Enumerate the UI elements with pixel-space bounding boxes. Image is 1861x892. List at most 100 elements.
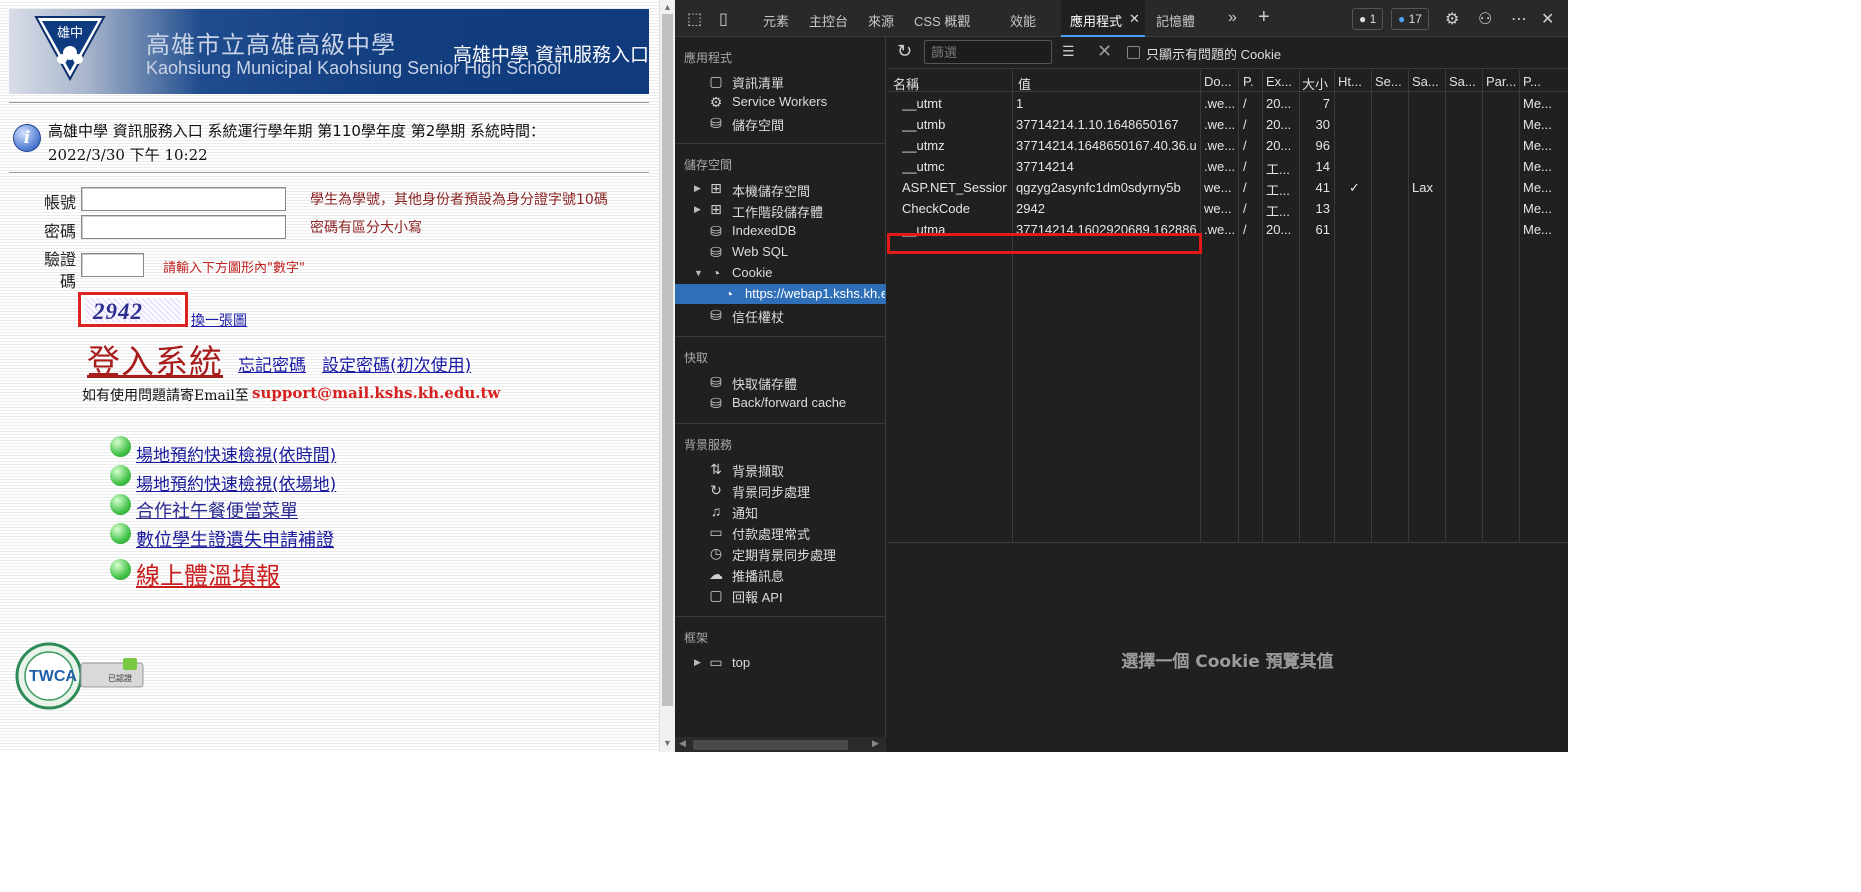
expand-triangle-icon[interactable]: ▶	[694, 183, 701, 194]
only-issues-checkbox[interactable]	[1127, 46, 1140, 59]
page-scrollbar[interactable]: ▲ ▼	[659, 0, 675, 752]
cookie-preview-pane: 選擇一個 Cookie 預覽其值	[887, 544, 1568, 752]
column-header-partition[interactable]: Par...	[1486, 74, 1516, 89]
sidebar-item-storage[interactable]: 儲存空間	[732, 115, 784, 134]
refresh-icon[interactable]: ↻	[897, 41, 912, 62]
scroll-up-icon[interactable]: ▲	[663, 2, 672, 12]
column-header-domain[interactable]: Do...	[1204, 74, 1236, 89]
captcha-input[interactable]	[81, 253, 144, 277]
sidebar-item-notifications[interactable]: 通知	[732, 503, 758, 522]
sidebar-item-reporting-api[interactable]: 回報 API	[732, 587, 783, 606]
scroll-left-icon[interactable]: ◀	[679, 738, 686, 749]
refresh-captcha-link[interactable]: 換一張圖	[191, 310, 247, 330]
sidebar-item-service-workers[interactable]: Service Workers	[732, 94, 827, 109]
support-email[interactable]: support@mail.kshs.kh.edu.tw	[252, 384, 500, 402]
column-header-size[interactable]: 大小	[1302, 74, 1332, 93]
cell-value: qgzyg2asynfc1dm0sdyrny5b	[1016, 180, 1181, 195]
column-header-name[interactable]: 名稱	[893, 74, 1003, 93]
table-grid-icon: ⊞	[710, 201, 722, 217]
quick-link-temperature[interactable]: 線上體溫填報	[136, 556, 280, 591]
column-header-path[interactable]: P.	[1243, 74, 1260, 89]
tab-sources[interactable]: 來源	[868, 11, 894, 30]
cell-party: Me...	[1523, 159, 1552, 174]
sidebar-item-frame-top[interactable]: top	[732, 655, 750, 670]
sidebar-item-periodic-sync[interactable]: 定期背景同步處理	[732, 545, 836, 564]
column-header-expires[interactable]: Ex...	[1266, 74, 1296, 89]
sidebar-item-push-messaging[interactable]: 推播訊息	[732, 566, 784, 585]
column-header-httponly[interactable]: Ht...	[1338, 74, 1368, 89]
cookie-origin-label: https://webap1.kshs.kh.ed	[745, 286, 885, 301]
cell-path: /	[1243, 117, 1247, 132]
close-devtools-icon[interactable]: ✕	[1541, 9, 1554, 29]
quick-link-venue-by-time[interactable]: 場地預約快速檢視(依時間)	[136, 441, 336, 466]
sidebar-item-bg-fetch[interactable]: 背景擷取	[732, 461, 784, 480]
database-icon: ⛁	[710, 374, 722, 390]
sidebar-item-cache-storage[interactable]: 快取儲存體	[732, 374, 797, 393]
tab-performance[interactable]: 效能	[1010, 11, 1036, 30]
table-row[interactable]: __utmc 37714214 .we... / 工... 14 Me...	[887, 156, 1568, 177]
tab-application[interactable]: 應用程式 ✕	[1061, 0, 1145, 37]
login-button[interactable]: 登入系統	[87, 335, 223, 383]
inspect-element-icon[interactable]: ⬚	[687, 9, 702, 29]
clear-all-cookies-icon[interactable]: ☰	[1062, 43, 1075, 60]
message-count-badge[interactable]: ● 17	[1391, 8, 1429, 30]
sidebar-horizontal-scrollbar[interactable]: ◀ ▶	[675, 737, 886, 752]
set-password-link[interactable]: 設定密碼(初次使用)	[322, 351, 471, 376]
scroll-right-icon[interactable]: ▶	[872, 738, 879, 749]
quick-link-lunch-menu[interactable]: 合作社午餐便當菜單	[136, 497, 298, 523]
customize-icon[interactable]: ⚇	[1478, 9, 1492, 29]
collapse-triangle-icon[interactable]: ▼	[694, 268, 703, 278]
cell-value: 37714214	[1016, 159, 1074, 174]
forgot-password-link[interactable]: 忘記密碼	[238, 351, 306, 376]
tab-console[interactable]: 主控台	[809, 11, 848, 30]
cell-path: /	[1243, 222, 1247, 237]
quick-link-student-card[interactable]: 數位學生證遺失申請補證	[136, 526, 334, 552]
column-header-priority[interactable]: P...	[1523, 74, 1553, 89]
settings-gear-icon[interactable]: ⚙	[1445, 9, 1459, 29]
column-header-value[interactable]: 值	[1018, 74, 1193, 93]
scrollbar-thumb[interactable]	[662, 14, 673, 706]
system-status-line: 高雄中學 資訊服務入口 系統運行學年期 第110學年度 第2學期 系統時間：	[48, 122, 546, 140]
only-issues-label: 只顯示有問題的 Cookie	[1146, 47, 1282, 62]
column-header-secure[interactable]: Se...	[1375, 74, 1405, 89]
table-row[interactable]: __utmt 1 .we... / 20... 7 Me...	[887, 93, 1568, 114]
sidebar-item-trust-tokens[interactable]: 信任權杖	[732, 307, 784, 326]
account-input[interactable]	[81, 187, 286, 211]
sidebar-item-manifest[interactable]: 資訊清單	[732, 73, 784, 92]
checkcode-highlight-box	[887, 233, 1202, 254]
sidebar-item-local-storage[interactable]: 本機儲存空間	[732, 181, 810, 200]
column-header-sameparty[interactable]: Sa...	[1449, 74, 1479, 89]
delete-selected-icon[interactable]: ✕	[1097, 41, 1112, 62]
scroll-down-icon[interactable]: ▼	[663, 738, 672, 748]
tab-elements[interactable]: 元素	[763, 11, 789, 30]
scrollbar-thumb[interactable]	[693, 740, 848, 750]
sidebar-item-web-sql[interactable]: Web SQL	[732, 244, 788, 259]
expand-triangle-icon[interactable]: ▶	[694, 204, 701, 215]
sidebar-item-payment-handler[interactable]: 付款處理常式	[732, 524, 810, 543]
table-row[interactable]: ASP.NET_SessionId qgzyg2asynfc1dm0sdyrny5…	[887, 177, 1568, 198]
cookie-filter-input[interactable]	[924, 40, 1052, 64]
add-tab-icon[interactable]: +	[1258, 6, 1270, 29]
tab-css-overview[interactable]: CSS 概觀	[914, 11, 970, 30]
sidebar-item-bg-sync[interactable]: 背景同步處理	[732, 482, 810, 501]
close-tab-icon[interactable]: ✕	[1129, 11, 1140, 27]
tab-memory[interactable]: 記憶體	[1156, 11, 1195, 30]
expand-triangle-icon[interactable]: ▶	[694, 657, 701, 668]
sidebar-item-indexeddb[interactable]: IndexedDB	[732, 223, 796, 238]
sidebar-item-session-storage[interactable]: 工作階段儲存體	[732, 202, 823, 221]
device-toolbar-icon[interactable]: ▯	[719, 9, 728, 29]
section-application: 應用程式	[684, 51, 733, 65]
document-icon: ▢	[709, 587, 723, 603]
sidebar-item-bfcache[interactable]: Back/forward cache	[732, 395, 846, 410]
more-tabs-icon[interactable]: »	[1228, 9, 1237, 27]
quick-link-venue-by-place[interactable]: 場地預約快速檢視(依場地)	[136, 470, 336, 495]
table-row[interactable]: CheckCode 2942 we... / 工... 13 Me...	[887, 198, 1568, 219]
error-count-badge[interactable]: ● 1	[1352, 8, 1384, 30]
sidebar-item-cookie-origin[interactable]: ◔ https://webap1.kshs.kh.ed	[675, 284, 886, 304]
more-options-icon[interactable]: ⋯	[1511, 9, 1527, 29]
column-header-samesite[interactable]: Sa...	[1412, 74, 1442, 89]
table-row[interactable]: __utmz 37714214.1648650167.40.36.u... .we.…	[887, 135, 1568, 156]
password-input[interactable]	[81, 215, 286, 239]
table-row[interactable]: __utmb 37714214.1.10.1648650167 .we... / 20.…	[887, 114, 1568, 135]
sidebar-item-cookie[interactable]: Cookie	[732, 265, 772, 280]
